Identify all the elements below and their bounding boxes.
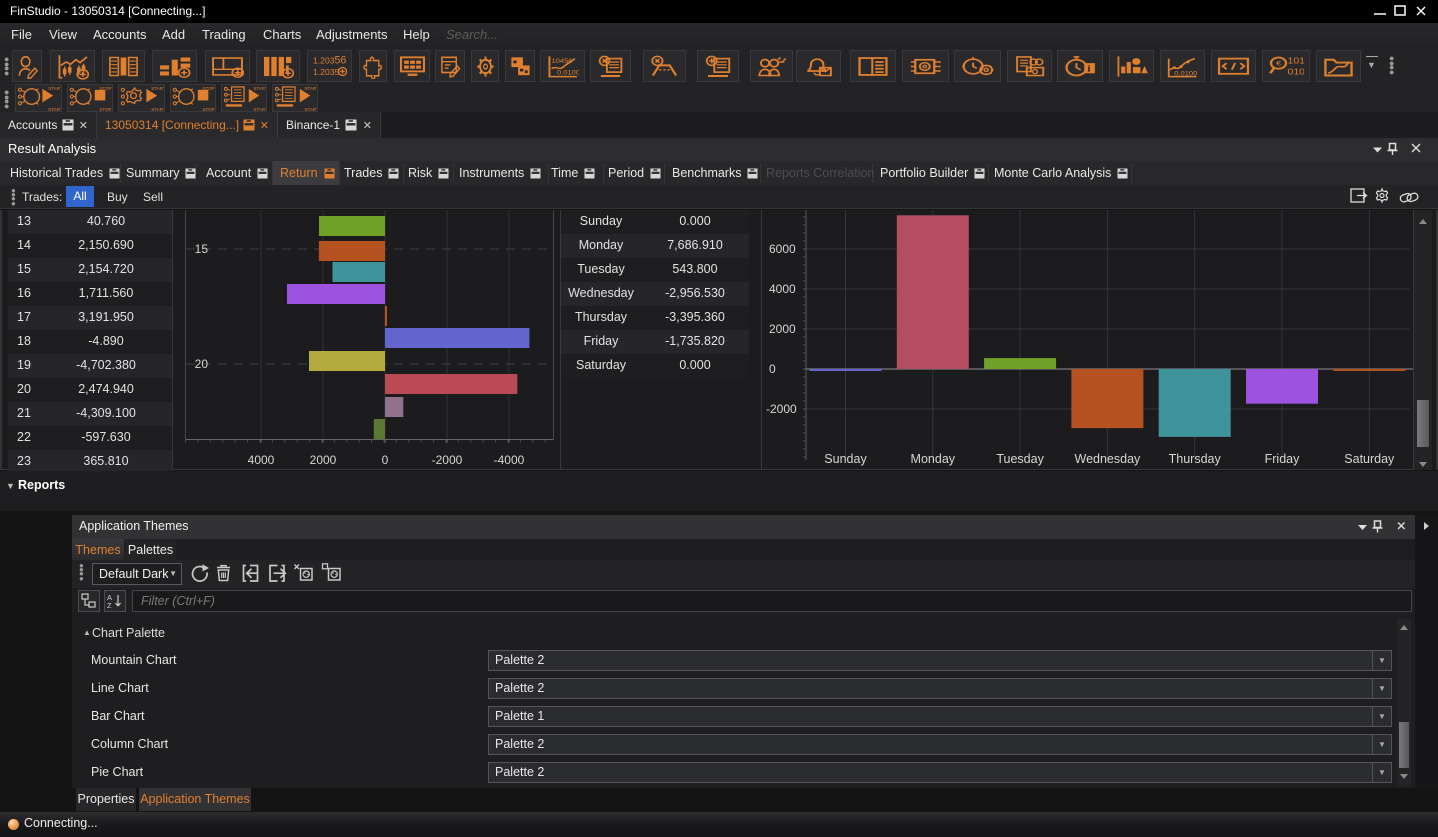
svg-text:Wednesday: Wednesday: [1075, 452, 1142, 466]
svg-text:Monday: Monday: [911, 452, 956, 466]
svg-text:START: START: [254, 107, 266, 112]
svg-text:2000: 2000: [310, 453, 337, 467]
svg-text:2000: 2000: [769, 322, 796, 336]
svg-text:6000: 6000: [769, 242, 796, 256]
svg-text:Z: Z: [107, 601, 112, 610]
svg-text:0.0100: 0.0100: [1174, 71, 1197, 77]
svg-text:i: i: [1087, 64, 1090, 74]
svg-text:0: 0: [382, 453, 389, 467]
svg-text:0.0100: 0.0100: [557, 69, 579, 75]
svg-text:4000: 4000: [248, 453, 275, 467]
svg-text:START: START: [305, 107, 317, 112]
svg-text:-4000: -4000: [494, 453, 525, 467]
svg-text:Sunday: Sunday: [824, 452, 867, 466]
svg-text:1.20356: 1.20356: [313, 54, 346, 66]
svg-text:START: START: [48, 85, 61, 90]
svg-text:Tuesday: Tuesday: [996, 452, 1044, 466]
svg-text:€: €: [1276, 59, 1282, 67]
svg-text:20: 20: [195, 357, 209, 371]
svg-text:-2000: -2000: [766, 402, 797, 416]
svg-text:START: START: [48, 107, 61, 112]
svg-text:010: 010: [1288, 67, 1305, 75]
svg-text:1.2035: 1.2035: [313, 67, 340, 77]
svg-text:Thursday: Thursday: [1169, 452, 1222, 466]
svg-text:STOP: STOP: [100, 85, 112, 90]
svg-text:STOP: STOP: [203, 107, 215, 112]
svg-text:0: 0: [769, 362, 776, 376]
svg-text:-2000: -2000: [432, 453, 463, 467]
svg-text:Saturday: Saturday: [1344, 452, 1395, 466]
svg-text:START: START: [305, 85, 317, 90]
svg-text:STOP: STOP: [203, 85, 215, 90]
svg-text:START: START: [151, 85, 164, 90]
svg-text:START: START: [151, 107, 164, 112]
svg-text:Friday: Friday: [1265, 452, 1300, 466]
svg-text:15: 15: [195, 242, 209, 256]
svg-text:STOP: STOP: [100, 107, 112, 112]
svg-text:4000: 4000: [769, 282, 796, 296]
svg-text:101: 101: [1288, 56, 1305, 64]
svg-text:START: START: [254, 85, 266, 90]
